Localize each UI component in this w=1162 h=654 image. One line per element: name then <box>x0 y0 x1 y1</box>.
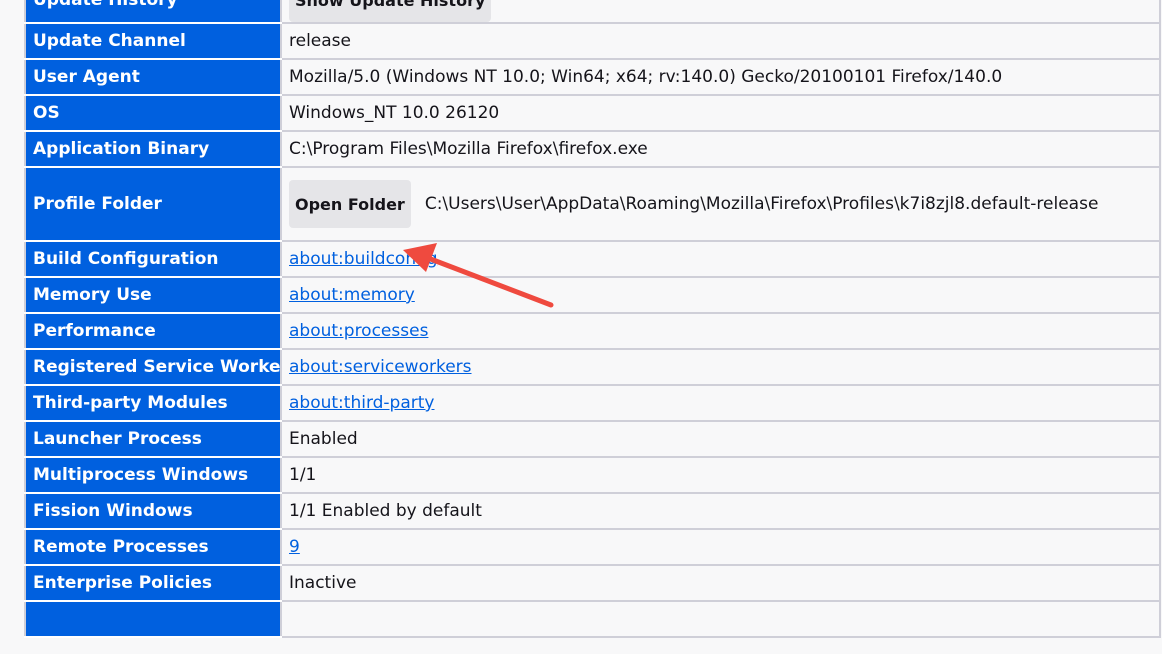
show-update-history-button[interactable]: Show Update History <box>289 0 492 21</box>
row-memory-use: Memory Use about:memory <box>24 276 1161 314</box>
third-party-link[interactable]: about:third-party <box>289 393 434 413</box>
application-basics-table: Update History Show Update History Updat… <box>24 0 1161 638</box>
row-label: Application Binary <box>24 130 282 168</box>
row-value: Mozilla/5.0 (Windows NT 10.0; Win64; x64… <box>280 58 1161 96</box>
row-remote-processes: Remote Processes 9 <box>24 528 1161 566</box>
row-value: C:\Program Files\Mozilla Firefox\firefox… <box>280 130 1161 168</box>
row-value: Inactive <box>280 564 1161 602</box>
row-next <box>24 600 1161 638</box>
row-label: Remote Processes <box>24 528 282 566</box>
row-profile-folder: Profile Folder Open Folder C:\Users\User\… <box>24 166 1161 242</box>
troubleshooting-page: Update History Show Update History Updat… <box>0 0 1162 654</box>
row-value: release <box>280 22 1161 60</box>
row-user-agent: User Agent Mozilla/5.0 (Windows NT 10.0;… <box>24 58 1161 96</box>
row-label: User Agent <box>24 58 282 96</box>
row-label: Enterprise Policies <box>24 564 282 602</box>
row-label: Registered Service Workers <box>24 348 282 386</box>
row-value: Enabled <box>280 420 1161 458</box>
row-performance: Performance about:processes <box>24 312 1161 350</box>
remote-processes-link[interactable]: 9 <box>289 537 300 557</box>
row-label: Memory Use <box>24 276 282 314</box>
row-update-history: Update History Show Update History <box>24 0 1161 24</box>
row-multiprocess-windows: Multiprocess Windows 1/1 <box>24 456 1161 494</box>
row-label: Third-party Modules <box>24 384 282 422</box>
memory-link[interactable]: about:memory <box>289 285 415 305</box>
row-label: Multiprocess Windows <box>24 456 282 494</box>
row-launcher-process: Launcher Process Enabled <box>24 420 1161 458</box>
row-label: OS <box>24 94 282 132</box>
serviceworkers-link[interactable]: about:serviceworkers <box>289 357 472 377</box>
row-label: Fission Windows <box>24 492 282 530</box>
row-enterprise-policies: Enterprise Policies Inactive <box>24 564 1161 602</box>
row-label: Update History <box>24 0 282 24</box>
row-label: Launcher Process <box>24 420 282 458</box>
row-value: 1/1 Enabled by default <box>280 492 1161 530</box>
profile-folder-path: C:\Users\User\AppData\Roaming\Mozilla\Fi… <box>424 194 1099 214</box>
row-application-binary: Application Binary C:\Program Files\Mozi… <box>24 130 1161 168</box>
processes-link[interactable]: about:processes <box>289 321 428 341</box>
row-os: OS Windows_NT 10.0 26120 <box>24 94 1161 132</box>
buildconfig-link[interactable]: about:buildconfig <box>289 249 438 269</box>
row-value: 1/1 <box>280 456 1161 494</box>
row-label: Profile Folder <box>24 166 282 242</box>
row-registered-service-workers: Registered Service Workers about:service… <box>24 348 1161 386</box>
row-update-channel: Update Channel release <box>24 22 1161 60</box>
row-label: Update Channel <box>24 22 282 60</box>
row-fission-windows: Fission Windows 1/1 Enabled by default <box>24 492 1161 530</box>
row-third-party-modules: Third-party Modules about:third-party <box>24 384 1161 422</box>
row-label: Build Configuration <box>24 240 282 278</box>
open-folder-button[interactable]: Open Folder <box>289 180 411 228</box>
row-value: Windows_NT 10.0 26120 <box>280 94 1161 132</box>
row-label: Performance <box>24 312 282 350</box>
row-build-configuration: Build Configuration about:buildconfig <box>24 240 1161 278</box>
